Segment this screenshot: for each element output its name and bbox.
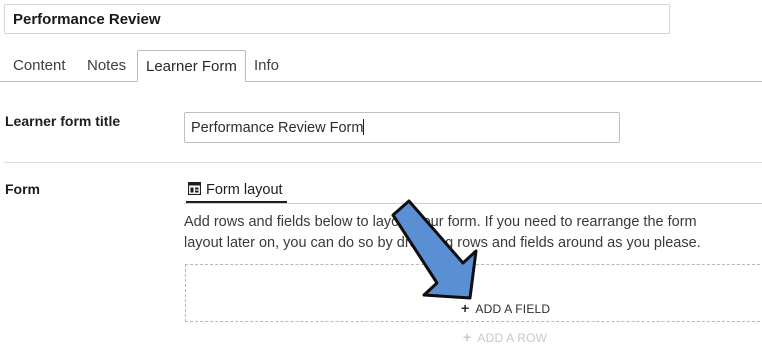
text-caret [363,119,365,135]
learner-form-title-input[interactable]: Performance Review Form [184,112,620,143]
learner-form-title-label: Learner form title [5,113,121,129]
add-row-label: ADD A ROW [477,331,548,345]
layout-tab-rule [184,203,762,204]
add-row-button[interactable]: + ADD A ROW [463,329,547,345]
tab-learner-form[interactable]: Learner Form [137,50,246,82]
learner-form-title-value: Performance Review Form [191,120,364,136]
section-divider [4,162,762,163]
plus-icon: + [463,329,472,345]
tab-notes[interactable]: Notes [79,50,134,81]
layout-icon [188,182,201,195]
add-field-button[interactable]: + ADD A FIELD [461,300,550,316]
page-title-input[interactable]: Performance Review [4,4,670,34]
tab-info[interactable]: Info [246,50,287,81]
help-text-line-2: layout later on, you can do so by draggi… [184,235,701,251]
tab-form-layout[interactable]: Form layout [186,179,287,203]
tab-bar: Content Notes Learner Form Info [0,50,762,82]
form-label: Form [5,181,40,197]
tab-content[interactable]: Content [5,50,74,81]
help-text: Add rows and fields below to layout your… [184,212,744,254]
plus-icon: + [461,300,470,316]
add-field-label: ADD A FIELD [475,302,551,316]
help-text-line-1: Add rows and fields below to layout your… [184,214,697,230]
form-layout-label: Form layout [206,182,283,198]
